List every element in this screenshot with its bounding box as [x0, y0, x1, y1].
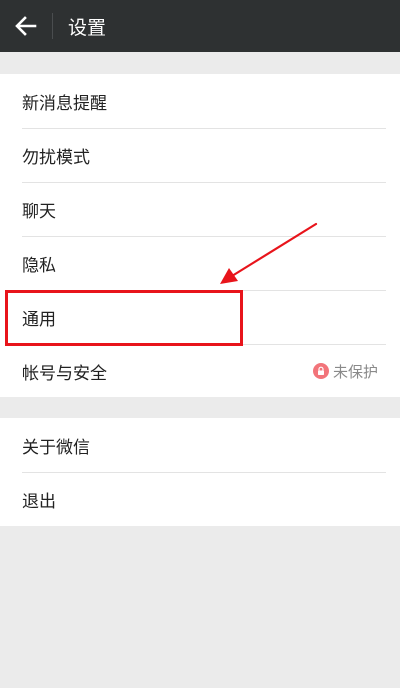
- page-title: 设置: [68, 16, 107, 39]
- settings-item-label: 隐私: [22, 255, 56, 276]
- account-protection-status: 未保护: [312, 361, 378, 382]
- settings-item-label: 通用: [22, 309, 56, 330]
- arrow-left-icon: [15, 16, 37, 36]
- settings-item-label: 勿扰模式: [22, 147, 90, 168]
- settings-item-logout[interactable]: 退出: [0, 472, 400, 526]
- lock-icon: [312, 363, 329, 379]
- back-button[interactable]: [0, 0, 52, 52]
- settings-item-label: 关于微信: [22, 437, 90, 458]
- settings-group-main: 新消息提醒 勿扰模式 聊天 隐私 通用 帐号与安全 未保护: [0, 74, 400, 397]
- settings-item-chat[interactable]: 聊天: [0, 182, 400, 236]
- settings-item-privacy[interactable]: 隐私: [0, 236, 400, 290]
- settings-item-label: 退出: [22, 491, 56, 512]
- settings-item-new-message-alerts[interactable]: 新消息提醒: [0, 74, 400, 128]
- settings-item-account-security[interactable]: 帐号与安全 未保护: [0, 344, 400, 398]
- title-divider: [52, 13, 53, 39]
- status-text: 未保护: [332, 362, 378, 381]
- settings-item-label: 聊天: [22, 201, 56, 222]
- settings-item-label: 新消息提醒: [22, 93, 107, 114]
- settings-item-do-not-disturb[interactable]: 勿扰模式: [0, 128, 400, 182]
- settings-item-label: 帐号与安全: [22, 363, 107, 384]
- settings-group-secondary: 关于微信 退出: [0, 418, 400, 526]
- settings-item-about[interactable]: 关于微信: [0, 418, 400, 472]
- title-bar: 设置: [0, 0, 400, 52]
- settings-item-general[interactable]: 通用: [0, 290, 400, 344]
